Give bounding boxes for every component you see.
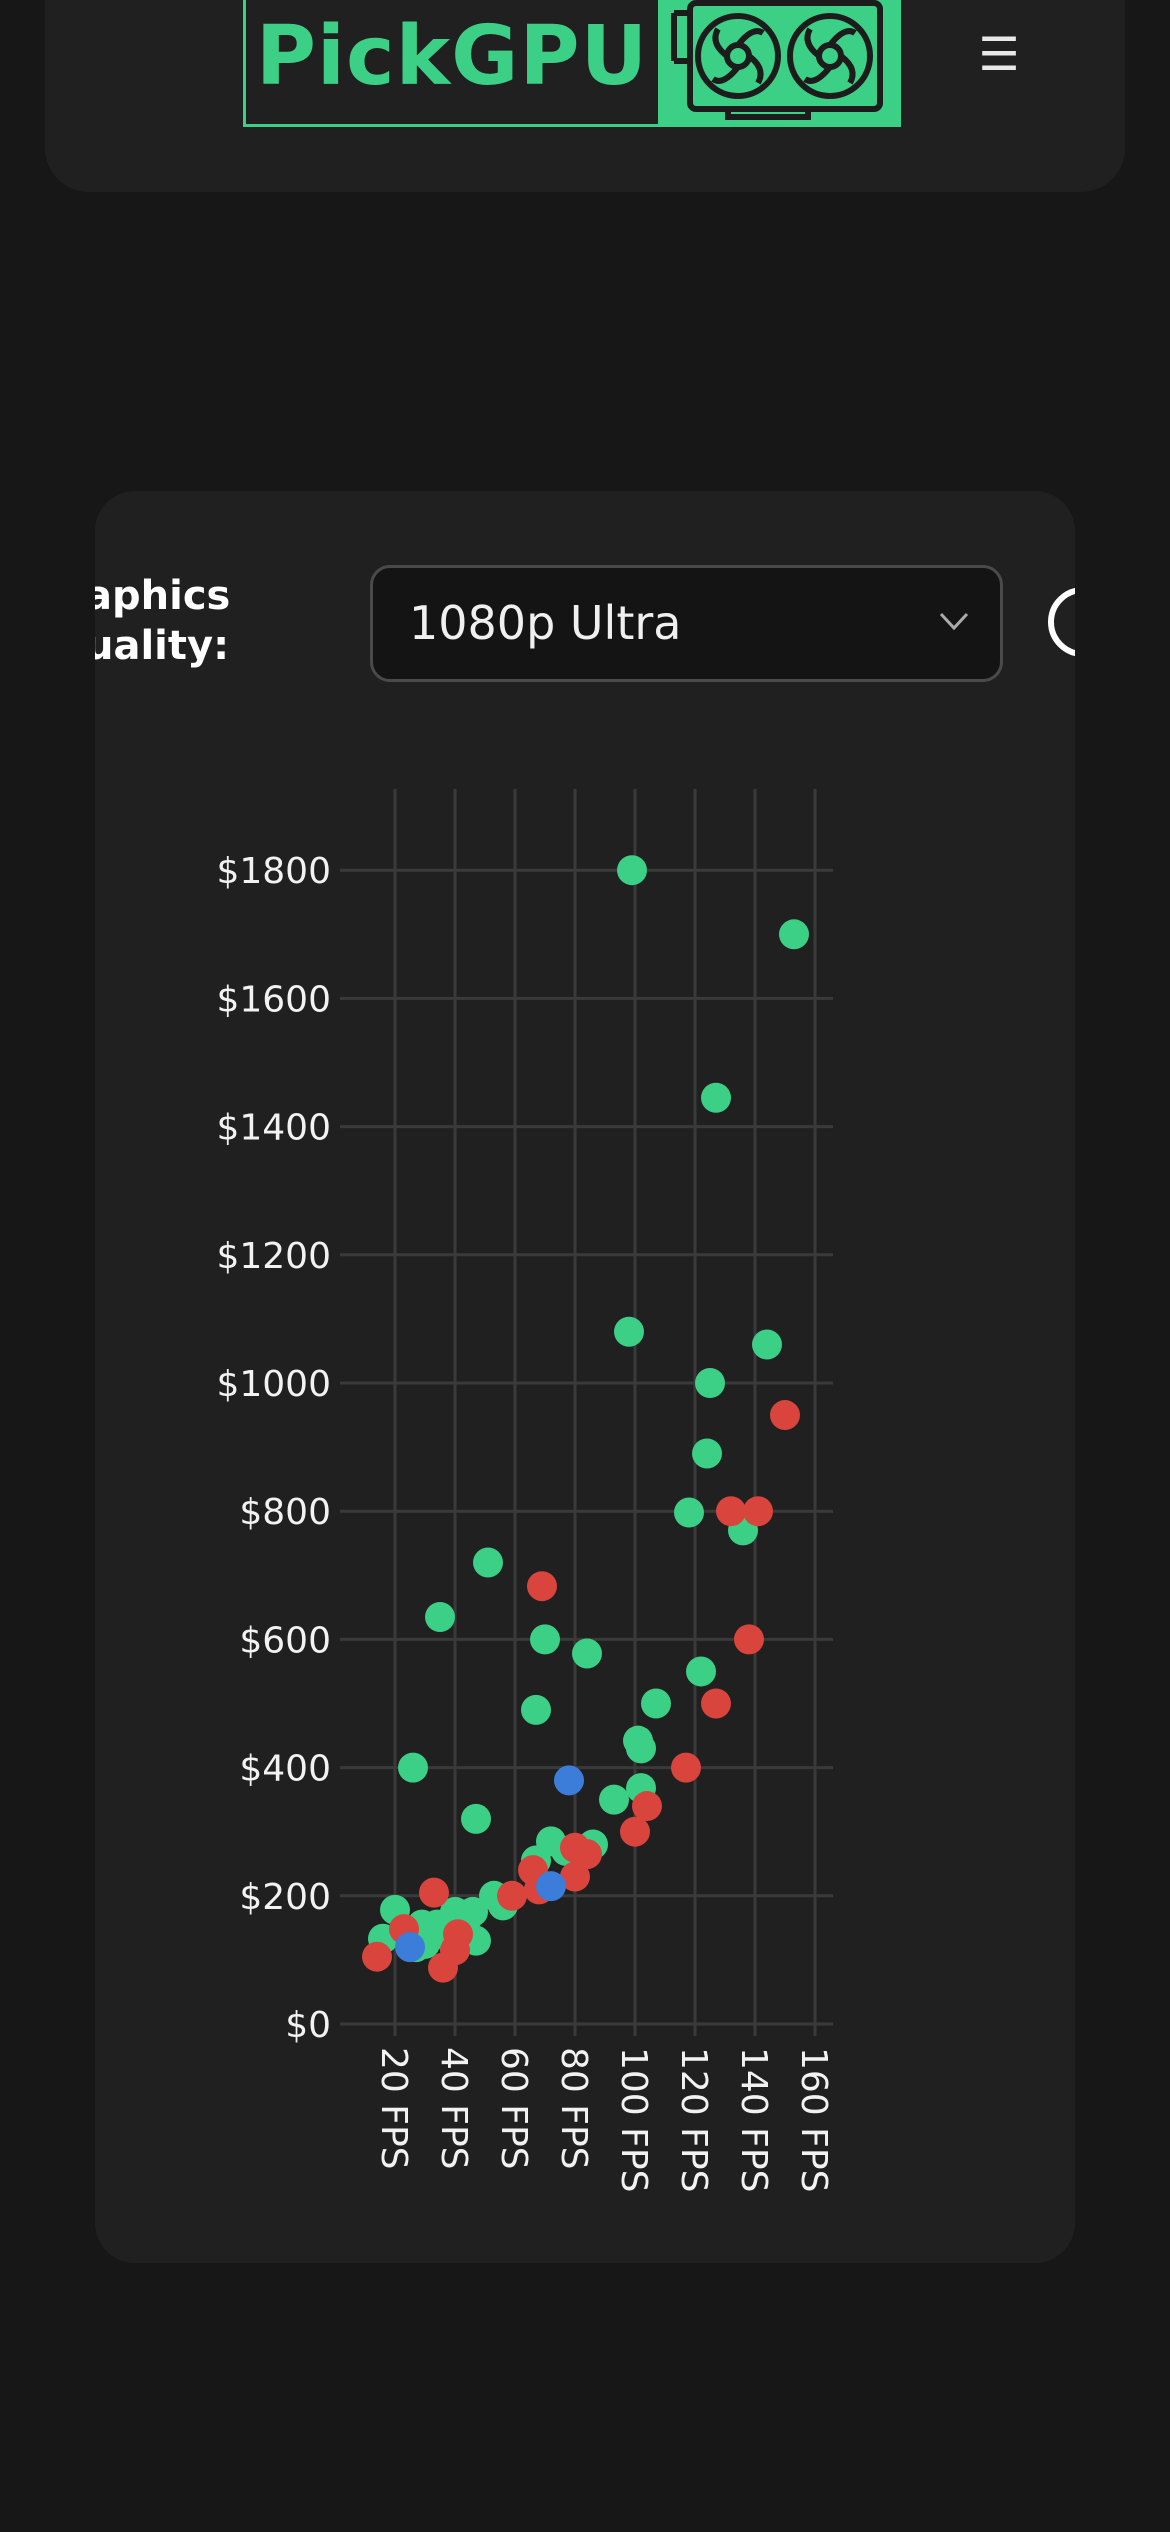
data-point — [617, 855, 647, 886]
data-point — [626, 1733, 656, 1764]
x-tick-label: 40 FPS — [433, 2047, 474, 2170]
x-tick-label: 60 FPS — [493, 2047, 534, 2170]
x-tick-label: 80 FPS — [553, 2047, 594, 2170]
data-point — [530, 1624, 560, 1655]
data-point — [716, 1496, 746, 1527]
x-tick-label: 160 FPS — [793, 2047, 834, 2192]
y-tick-label: $1800 — [216, 851, 331, 892]
data-point — [398, 1752, 428, 1783]
data-point — [701, 1082, 731, 1113]
x-tick-label: 120 FPS — [673, 2047, 714, 2192]
data-point — [686, 1656, 716, 1687]
data-point — [641, 1688, 671, 1719]
data-point — [428, 1952, 458, 1983]
data-point — [743, 1496, 773, 1527]
data-point — [395, 1932, 425, 1963]
data-point — [674, 1497, 704, 1528]
data-point — [692, 1438, 722, 1469]
data-point — [620, 1816, 650, 1847]
data-point — [425, 1601, 455, 1632]
y-tick-label: $1400 — [216, 1108, 331, 1149]
data-point — [497, 1880, 527, 1911]
data-point — [536, 1871, 566, 1902]
y-tick-label: $600 — [239, 1620, 331, 1661]
y-tick-label: $1000 — [216, 1364, 331, 1405]
y-tick-label: $400 — [239, 1749, 331, 1790]
pickgpu-logo[interactable]: PickGPU — [243, 0, 901, 127]
y-tick-label: $1200 — [216, 1236, 331, 1277]
data-point — [419, 1877, 449, 1908]
data-point — [770, 1400, 800, 1431]
data-point — [473, 1547, 503, 1578]
data-point — [779, 919, 809, 950]
data-point — [554, 1765, 584, 1796]
site-header: PickGPU ☰ — [45, 0, 1125, 192]
data-point — [527, 1571, 557, 1602]
y-tick-label: $0 — [285, 2005, 331, 2046]
data-point — [752, 1329, 782, 1360]
y-tick-label: $200 — [239, 1877, 331, 1918]
data-point — [632, 1791, 662, 1822]
data-point — [671, 1752, 701, 1783]
data-point — [695, 1368, 725, 1398]
data-point — [599, 1784, 629, 1815]
data-point — [521, 1694, 551, 1725]
price-vs-fps-scatter-chart: $0 $200 $400 $600 $800 $1000 $1200 $1400 $1600 $1… — [216, 789, 834, 2192]
data-point — [734, 1624, 764, 1655]
y-tick-label: $800 — [239, 1492, 331, 1533]
x-tick-label: 140 FPS — [733, 2047, 774, 2192]
graphics-card-icon — [658, 0, 898, 124]
hamburger-menu-icon[interactable]: ☰ — [975, 27, 1023, 81]
y-tick-label: $1600 — [216, 979, 331, 1020]
data-point — [362, 1941, 392, 1972]
data-point — [572, 1638, 602, 1669]
x-tick-label: 100 FPS — [613, 2047, 654, 2192]
x-tick-label: 20 FPS — [373, 2047, 414, 2170]
data-point — [701, 1688, 731, 1719]
data-point — [461, 1803, 491, 1834]
gpu-chart-card: aphics uality: 1080p Ultra $0 $200 $400 $60… — [95, 491, 1075, 2263]
logo-text: PickGPU — [255, 8, 649, 104]
data-point — [614, 1316, 644, 1347]
